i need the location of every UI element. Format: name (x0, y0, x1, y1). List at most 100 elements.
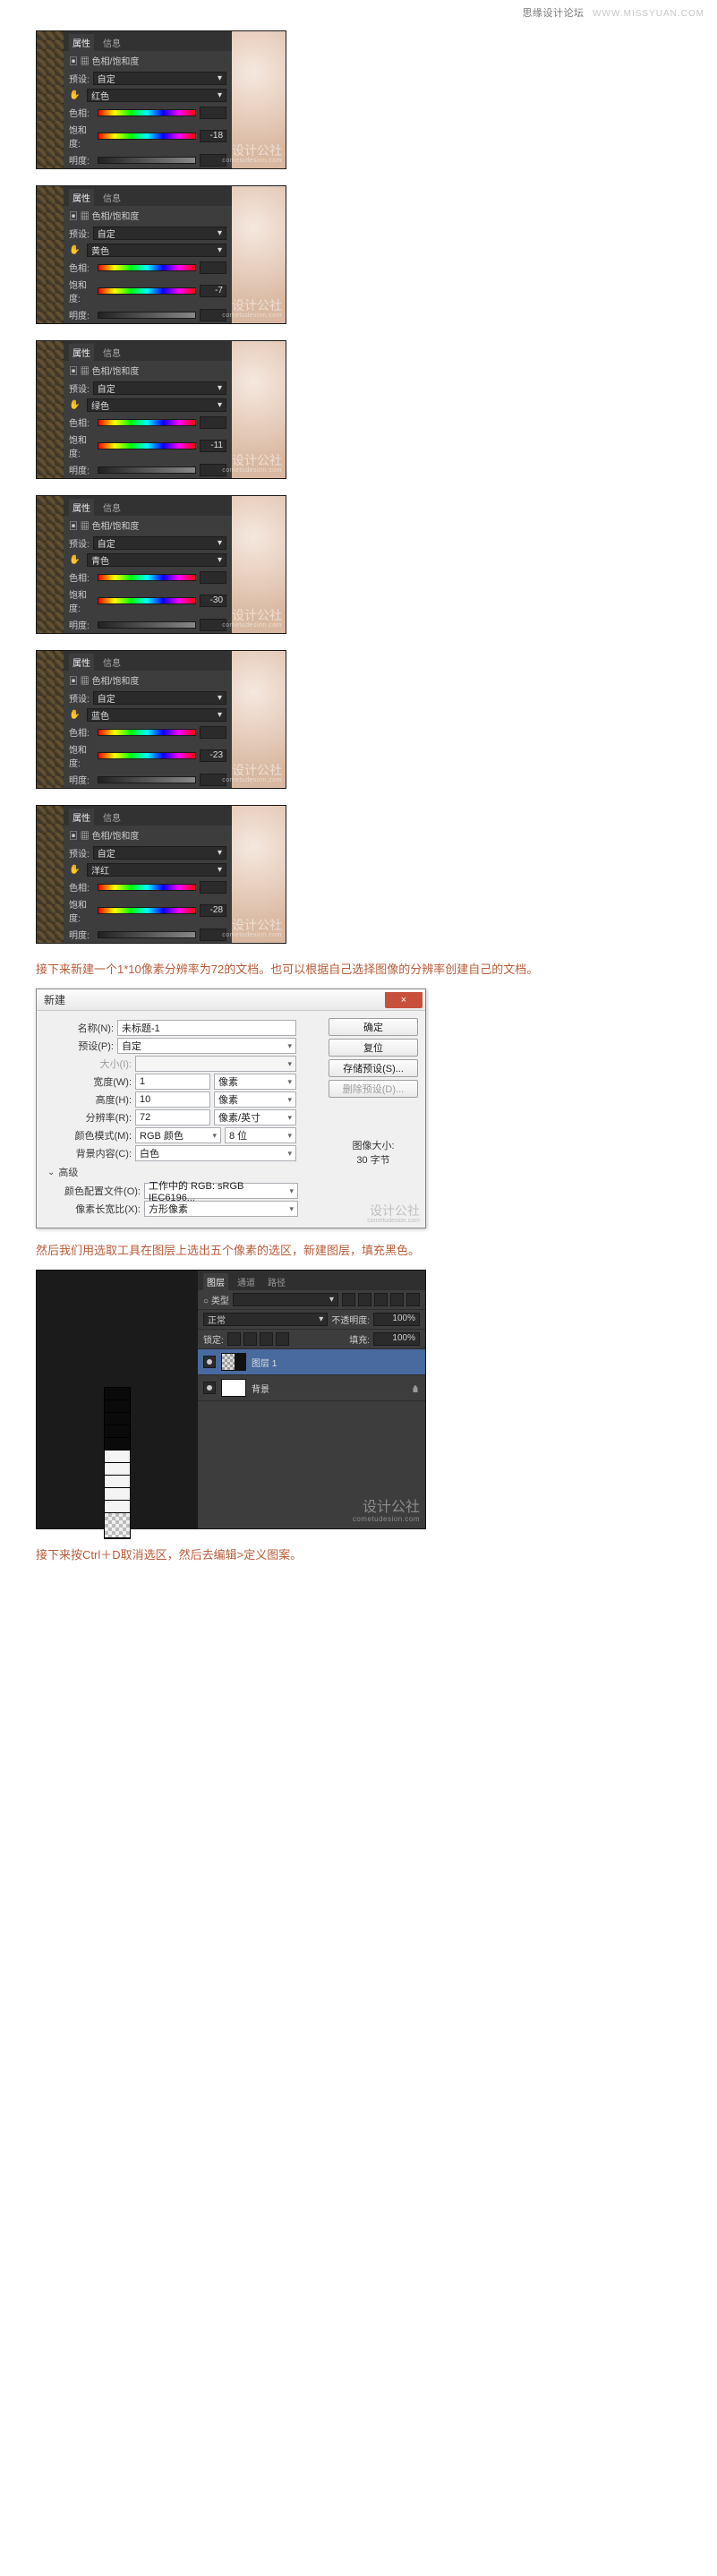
ok-button[interactable]: 确定 (329, 1018, 418, 1036)
filter-smart-icon[interactable] (406, 1293, 420, 1306)
channel-select[interactable]: 黄色▾ (87, 244, 226, 257)
preset-select[interactable]: 自定▾ (93, 846, 226, 860)
preset-select[interactable]: 自定▾ (117, 1038, 296, 1054)
tab-properties[interactable]: 属性 (69, 809, 94, 826)
channel-select[interactable]: 红色▾ (87, 89, 226, 102)
hue-slider[interactable] (98, 419, 196, 426)
saturation-slider[interactable] (98, 133, 196, 140)
hue-slider[interactable] (98, 729, 196, 736)
saturation-slider[interactable] (98, 442, 196, 449)
hue-value[interactable] (200, 881, 226, 894)
preset-select[interactable]: 自定▾ (93, 227, 226, 240)
tab-properties[interactable]: 属性 (69, 654, 94, 671)
saturation-slider[interactable] (98, 287, 196, 295)
lightness-slider[interactable] (98, 776, 196, 783)
hue-slider[interactable] (98, 884, 196, 891)
tab-properties[interactable]: 属性 (69, 499, 94, 516)
tab-properties[interactable]: 属性 (69, 189, 94, 206)
hand-icon[interactable]: ✋ (69, 400, 83, 410)
hand-icon[interactable]: ✋ (69, 710, 83, 720)
res-input[interactable]: 72 (135, 1109, 210, 1125)
saturation-slider[interactable] (98, 907, 196, 914)
lightness-slider[interactable] (98, 466, 196, 474)
channel-select[interactable]: 绿色▾ (87, 398, 226, 412)
layer-item[interactable]: 图层 1 (198, 1349, 425, 1375)
channel-select[interactable]: 蓝色▾ (87, 708, 226, 722)
filter-pixel-icon[interactable] (342, 1293, 355, 1306)
hand-icon[interactable]: ✋ (69, 555, 83, 565)
lock-all-icon[interactable] (276, 1332, 289, 1346)
depth-select[interactable]: 8 位▾ (225, 1127, 296, 1143)
hue-slider[interactable] (98, 264, 196, 271)
lock-transparent-icon[interactable] (227, 1332, 241, 1346)
saturation-value[interactable]: -18 (200, 130, 226, 142)
tab-properties[interactable]: 属性 (69, 34, 94, 51)
width-input[interactable]: 1 (135, 1074, 210, 1090)
lock-position-icon[interactable] (260, 1332, 273, 1346)
filter-shape-icon[interactable] (390, 1293, 404, 1306)
hue-value[interactable] (200, 571, 226, 584)
lightness-value[interactable] (200, 929, 226, 941)
saturation-value[interactable]: -30 (200, 595, 226, 607)
lightness-slider[interactable] (98, 312, 196, 319)
lightness-slider[interactable] (98, 931, 196, 938)
filter-adjust-icon[interactable] (358, 1293, 371, 1306)
bg-select[interactable]: 白色▾ (135, 1145, 296, 1161)
lightness-value[interactable] (200, 464, 226, 476)
width-unit-select[interactable]: 像素▾ (214, 1074, 296, 1090)
preset-select[interactable]: 自定▾ (93, 691, 226, 705)
hue-value[interactable] (200, 416, 226, 429)
fill-input[interactable]: 100% (373, 1332, 420, 1346)
preset-select[interactable]: 自定▾ (93, 381, 226, 395)
hue-value[interactable] (200, 726, 226, 739)
preset-select[interactable]: 自定▾ (93, 72, 226, 85)
channel-select[interactable]: 洋红▾ (87, 863, 226, 877)
hand-icon[interactable]: ✋ (69, 90, 83, 100)
save-preset-button[interactable]: 存储预设(S)... (329, 1059, 418, 1077)
lightness-slider[interactable] (98, 157, 196, 164)
hue-slider[interactable] (98, 574, 196, 581)
tab-info[interactable]: 信息 (99, 34, 124, 51)
lock-pixels-icon[interactable] (243, 1332, 257, 1346)
height-input[interactable]: 10 (135, 1091, 210, 1108)
tab-info[interactable]: 信息 (99, 344, 124, 361)
filter-type-icon[interactable] (374, 1293, 388, 1306)
saturation-value[interactable]: -11 (200, 440, 226, 452)
profile-select[interactable]: 工作中的 RGB: sRGB IEC6196...▾ (144, 1183, 298, 1199)
hue-value[interactable] (200, 107, 226, 119)
tab-layers[interactable]: 图层 (203, 1273, 228, 1290)
lightness-value[interactable] (200, 154, 226, 167)
tab-channels[interactable]: 通道 (234, 1273, 259, 1290)
lightness-value[interactable] (200, 774, 226, 786)
lightness-value[interactable] (200, 619, 226, 631)
opacity-input[interactable]: 100% (373, 1313, 420, 1326)
res-unit-select[interactable]: 像素/英寸▾ (214, 1109, 296, 1125)
saturation-slider[interactable] (98, 752, 196, 759)
saturation-value[interactable]: -28 (200, 904, 226, 917)
lightness-slider[interactable] (98, 621, 196, 629)
tab-info[interactable]: 信息 (99, 189, 124, 206)
aspect-select[interactable]: 方形像素▾ (144, 1201, 298, 1217)
layer-item[interactable]: 背景 (198, 1375, 425, 1401)
height-unit-select[interactable]: 像素▾ (214, 1091, 296, 1108)
visibility-icon[interactable] (203, 1356, 216, 1368)
saturation-value[interactable]: -7 (200, 285, 226, 297)
preset-select[interactable]: 自定▾ (93, 536, 226, 550)
advanced-toggle[interactable]: ⌄ 高级 (47, 1165, 323, 1179)
hue-value[interactable] (200, 261, 226, 274)
saturation-slider[interactable] (98, 597, 196, 604)
close-icon[interactable]: × (385, 992, 423, 1008)
cancel-button[interactable]: 复位 (329, 1039, 418, 1057)
dialog-titlebar[interactable]: 新建 × (37, 989, 425, 1011)
hand-icon[interactable]: ✋ (69, 865, 83, 875)
channel-select[interactable]: 青色▾ (87, 553, 226, 567)
tab-info[interactable]: 信息 (99, 809, 124, 826)
visibility-icon[interactable] (203, 1382, 216, 1394)
name-input[interactable]: 未标题-1 (117, 1020, 296, 1036)
blend-mode-select[interactable]: 正常▾ (203, 1313, 328, 1326)
lightness-value[interactable] (200, 309, 226, 321)
tab-info[interactable]: 信息 (99, 499, 124, 516)
tab-properties[interactable]: 属性 (69, 344, 94, 361)
mode-select[interactable]: RGB 颜色▾ (135, 1127, 221, 1143)
tab-info[interactable]: 信息 (99, 654, 124, 671)
